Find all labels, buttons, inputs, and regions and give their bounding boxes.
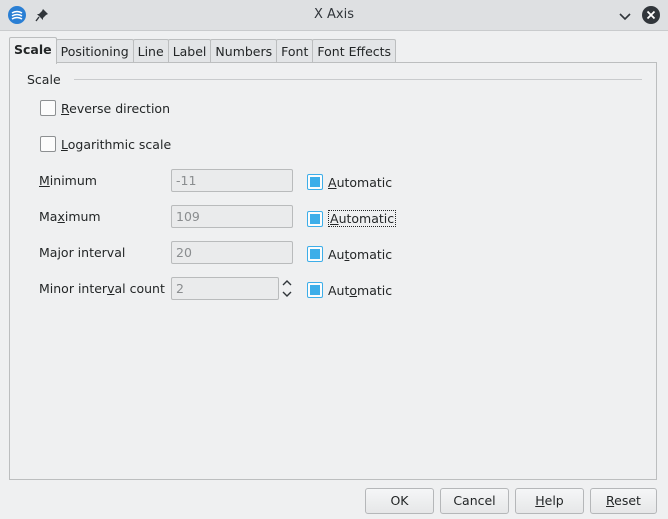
maximum-automatic-checkbox[interactable]: Automatic (307, 210, 397, 227)
tab-bar: Scale Positioning Line Label Numbers Fon… (9, 37, 397, 64)
x-axis-dialog: X Axis Scale Positioning Line Label Numb… (0, 0, 668, 519)
logarithmic-scale-label: Logarithmic scale (61, 136, 172, 152)
minor-interval-count-automatic-box[interactable] (307, 282, 323, 298)
minor-interval-count-input[interactable]: 2 (171, 277, 279, 300)
tab-numbers[interactable]: Numbers (210, 39, 278, 63)
tab-positioning[interactable]: Positioning (55, 39, 134, 63)
window-title: X Axis (313, 7, 354, 22)
major-interval-input[interactable]: 20 (171, 241, 293, 264)
minimum-input[interactable]: -11 (171, 169, 293, 192)
minor-interval-count-automatic-checkbox[interactable]: Automatic (307, 282, 392, 298)
help-button[interactable]: Help (515, 488, 584, 514)
ok-button[interactable]: OK (365, 488, 434, 514)
minimum-automatic-checkbox[interactable]: Automatic (307, 174, 392, 190)
maximum-automatic-label: Automatic (328, 210, 397, 227)
close-icon[interactable] (641, 5, 661, 25)
minor-interval-count-automatic-label: Automatic (328, 282, 393, 298)
tab-line[interactable]: Line (132, 39, 169, 63)
tab-label[interactable]: Label (167, 39, 212, 63)
reverse-direction-checkbox[interactable]: Reverse direction (40, 100, 170, 116)
minimum-automatic-label: Automatic (328, 174, 393, 190)
group-divider (74, 79, 642, 80)
maximum-automatic-box[interactable] (307, 210, 323, 227)
title-bar[interactable]: X Axis (0, 0, 668, 31)
reverse-direction-box[interactable] (40, 100, 56, 116)
scale-panel: Scale Reverse direction Logarithmic scal… (9, 62, 657, 480)
major-interval-automatic-label: Automatic (328, 246, 393, 262)
minor-interval-count-label: Minor interval count (39, 281, 165, 296)
maximum-label: Maximum (39, 209, 101, 224)
major-interval-automatic-checkbox[interactable]: Automatic (307, 246, 392, 262)
minimum-automatic-box[interactable] (307, 174, 323, 190)
chevron-down-icon[interactable] (616, 7, 634, 25)
cancel-button[interactable]: Cancel (440, 488, 509, 514)
major-interval-automatic-box[interactable] (307, 246, 323, 262)
minor-interval-spinner[interactable] (281, 277, 293, 300)
logarithmic-scale-checkbox[interactable]: Logarithmic scale (40, 136, 171, 152)
tab-font[interactable]: Font (276, 39, 314, 63)
minimum-label: Minimum (39, 173, 97, 188)
logarithmic-scale-box[interactable] (40, 136, 56, 152)
scale-group-label: Scale (27, 72, 61, 87)
major-interval-label: Major interval (39, 245, 126, 260)
tab-font-effects[interactable]: Font Effects (312, 39, 397, 63)
spin-down-icon (282, 291, 292, 297)
maximum-input[interactable]: 109 (171, 205, 293, 228)
tab-scale[interactable]: Scale (9, 37, 57, 64)
spin-up-icon (282, 280, 292, 286)
reset-button[interactable]: Reset (590, 488, 657, 514)
reverse-direction-label: Reverse direction (61, 100, 170, 116)
